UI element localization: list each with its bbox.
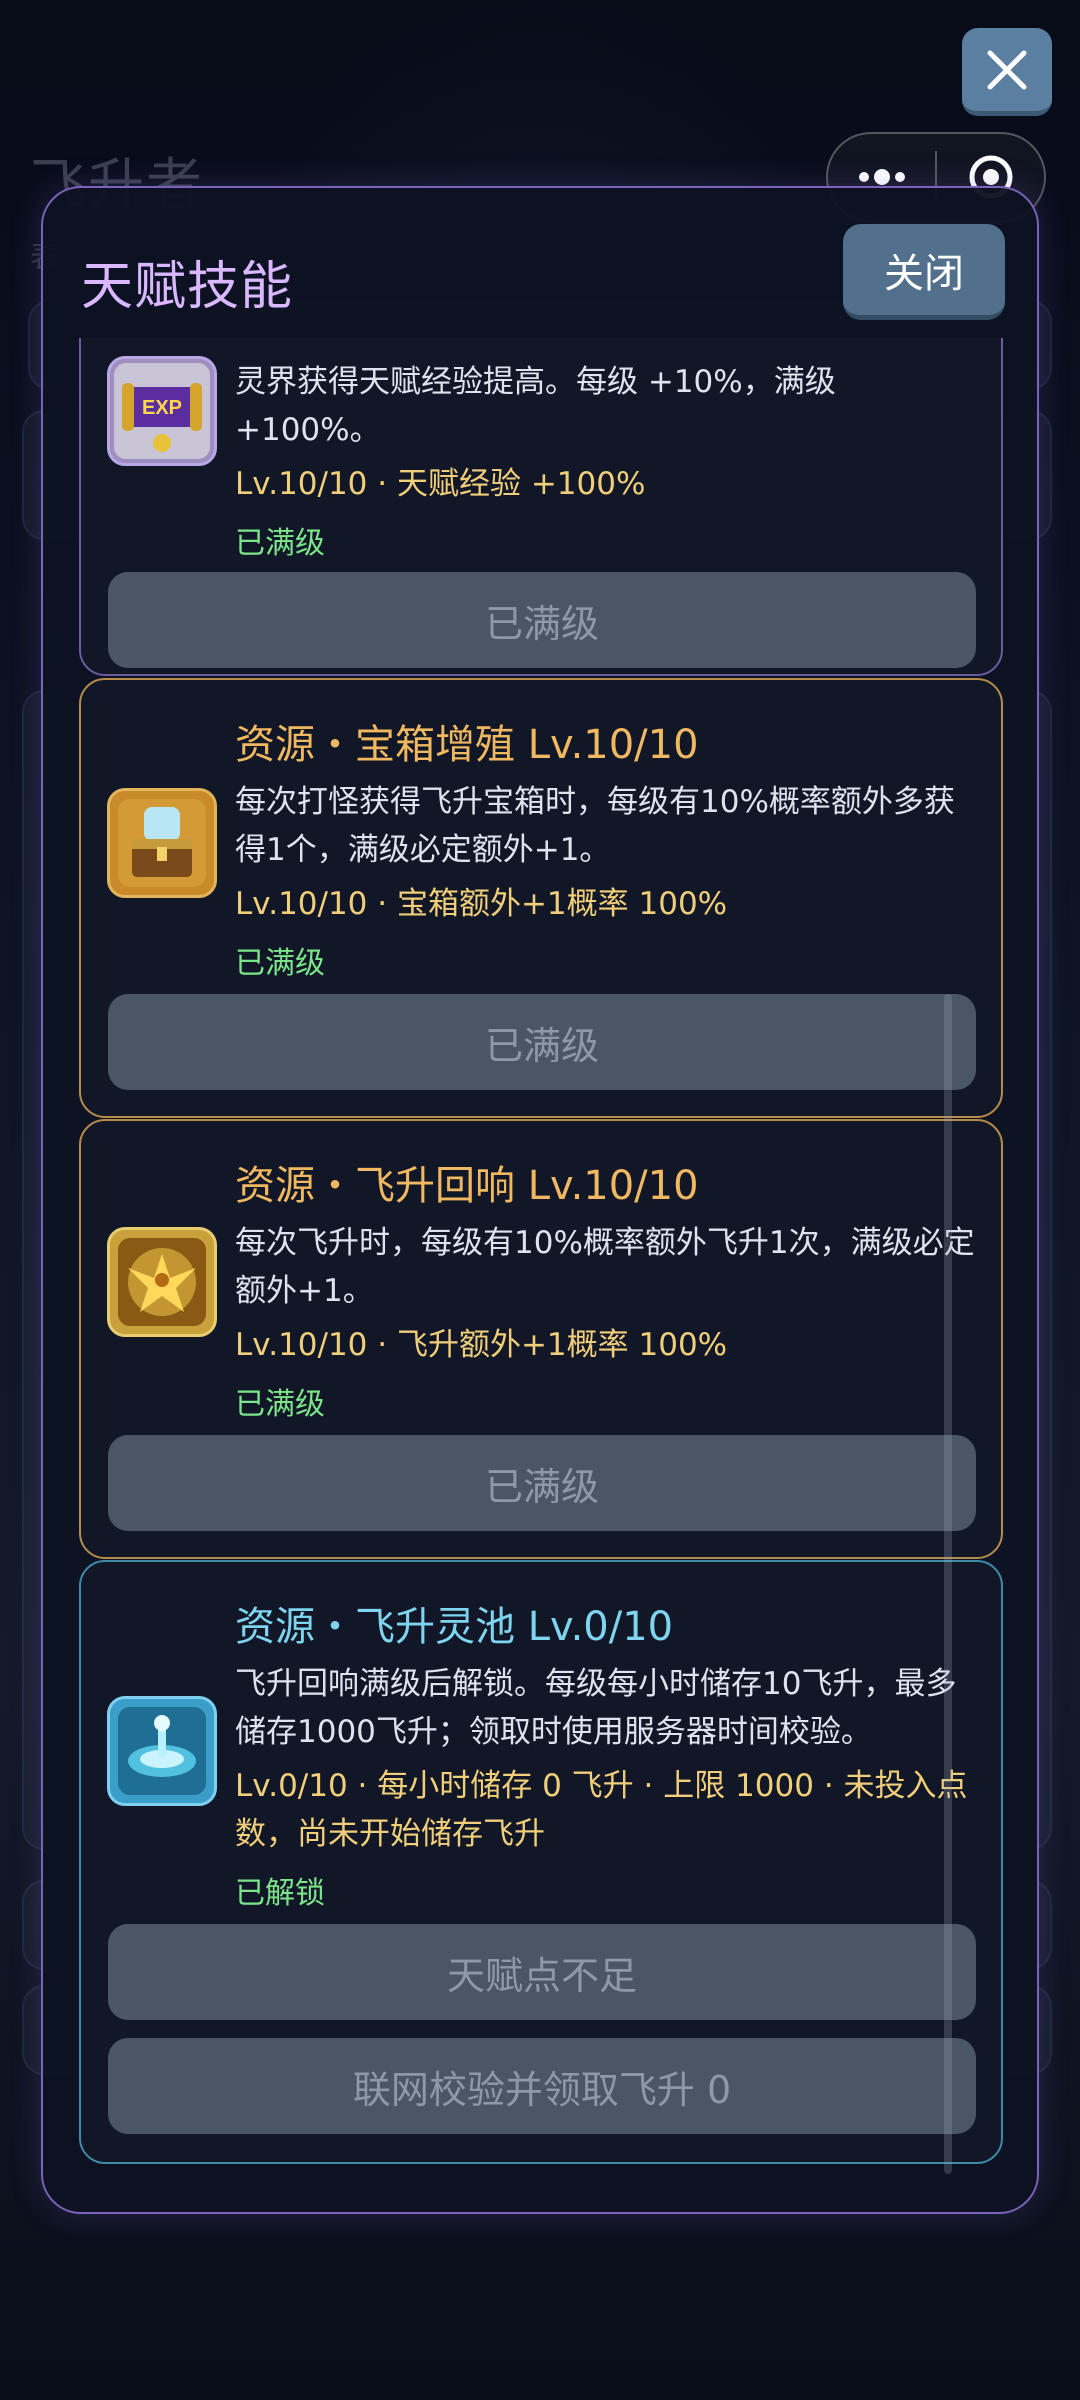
talent-card: 资源・宝箱增殖 Lv.10/10 每次打怪获得飞升宝箱时，每级有10%概率额外多… <box>79 678 1003 1118</box>
treasure-chest-icon <box>107 788 217 898</box>
talent-upgrade-button[interactable]: 已满级 <box>108 994 976 1090</box>
talent-card: EXP 灵界获得天赋经验提高。每级 +10%，满级 +100%。 Lv.10/1… <box>79 338 1003 676</box>
system-close-button[interactable] <box>962 28 1052 116</box>
talent-stat: Lv.10/10 · 飞升额外+1概率 100% <box>235 1327 728 1363</box>
talent-card: 资源・飞升回响 Lv.10/10 每次飞升时，每级有10%概率额外飞升1次，满级… <box>79 1119 1003 1559</box>
talent-upgrade-button[interactable]: 已满级 <box>108 572 976 668</box>
talent-stat: Lv.10/10 · 宝箱额外+1概率 100% <box>235 886 728 922</box>
talent-description: 每次打怪获得飞升宝箱时，每级有10%概率额外多获得1个，满级必定额外+1。 <box>235 784 955 868</box>
talent-name: 资源・飞升回响 Lv.10/10 <box>235 1163 699 1209</box>
talent-status: 已满级 <box>235 1387 325 1422</box>
talent-stat: Lv.0/10 · 每小时储存 0 飞升 · 上限 1000 · 未投入点数，尚… <box>235 1768 968 1852</box>
exp-scroll-icon: EXP <box>107 356 217 466</box>
talent-upgrade-button[interactable]: 已满级 <box>108 1435 976 1531</box>
talent-card: 资源・飞升灵池 Lv.0/10 飞升回响满级后解锁。每级每小时储存10飞升，最多… <box>79 1560 1003 2164</box>
claim-ascension-button[interactable]: 联网校验并领取飞升 0 <box>108 2038 976 2134</box>
talent-stat: Lv.10/10 · 天赋经验 +100% <box>235 466 646 502</box>
talent-list-scrollbar[interactable] <box>944 994 952 2174</box>
golden-phoenix-icon <box>107 1227 217 1337</box>
talent-description: 飞升回响满级后解锁。每级每小时储存10飞升，最多储存1000飞升；领取时使用服务… <box>235 1666 957 1750</box>
modal-close-button[interactable]: 关闭 <box>843 224 1005 320</box>
talent-name: 资源・飞升灵池 Lv.0/10 <box>235 1604 674 1650</box>
modal-title: 天赋技能 <box>81 257 294 317</box>
talent-description: 每次飞升时，每级有10%概率额外飞升1次，满级必定额外+1。 <box>235 1225 975 1309</box>
more-dots-icon <box>858 169 905 185</box>
talent-status: 已满级 <box>235 946 325 981</box>
talent-status: 已满级 <box>235 526 325 561</box>
svg-text:EXP: EXP <box>142 397 182 419</box>
talent-name: 资源・宝箱增殖 Lv.10/10 <box>235 722 699 768</box>
talent-description: 灵界获得天赋经验提高。每级 +10%，满级 +100%。 <box>235 364 836 448</box>
talent-list[interactable]: EXP 灵界获得天赋经验提高。每级 +10%，满级 +100%。 Lv.10/1… <box>79 338 1007 2183</box>
talent-upgrade-button[interactable]: 天赋点不足 <box>108 1924 976 2020</box>
close-icon <box>987 50 1027 89</box>
talent-status: 已解锁 <box>235 1876 325 1911</box>
talent-skills-modal: 天赋技能 关闭 EXP 灵界获得天赋经验提高。每级 +10%，满级 +100%。… <box>41 186 1039 2214</box>
spirit-pool-icon <box>107 1696 217 1806</box>
